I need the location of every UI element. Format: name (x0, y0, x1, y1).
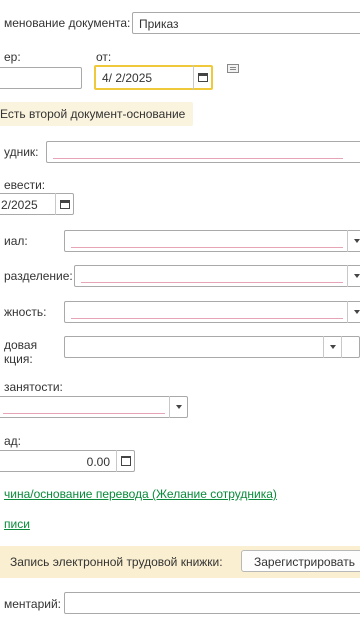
etk-text: Запись электронной трудовой книжки: (10, 555, 223, 569)
labor-function-label-2: кция: (4, 352, 33, 366)
transfer-calendar-button[interactable] (55, 193, 73, 215)
chevron-down-icon (353, 274, 360, 278)
chevron-down-icon (175, 405, 182, 409)
employee-field[interactable] (46, 141, 360, 163)
signatures-link[interactable]: писи (4, 517, 30, 531)
branch-label: иал: (4, 234, 28, 248)
date-value: 4/ 2/2025 (102, 71, 153, 85)
branch-dropdown-button[interactable] (347, 230, 360, 252)
date-calendar-button[interactable] (193, 65, 211, 90)
labor-function-open-button[interactable] (341, 336, 359, 358)
doc-name-field[interactable]: Приказ (132, 12, 360, 34)
transfer-label: евести: (4, 178, 46, 192)
department-label: разделение: (4, 269, 73, 283)
number-label: ер: (4, 50, 21, 64)
chevron-down-icon (353, 310, 360, 314)
transfer-reason-link[interactable]: чина/основание перевода (Желание сотрудн… (4, 487, 277, 501)
labor-function-label-1: довая (4, 338, 38, 352)
second-doc-text: Есть второй документ-основание (0, 107, 186, 121)
labor-function-dropdown-button[interactable] (323, 336, 341, 358)
rate-field[interactable]: 0.00 (0, 450, 135, 472)
calendar-icon (59, 199, 70, 209)
rate-calculator-button[interactable] (116, 450, 134, 472)
comment-field[interactable] (64, 592, 360, 614)
note-icon[interactable] (227, 64, 239, 73)
date-field[interactable]: 4/ 2/2025 (94, 65, 213, 90)
etk-banner: Запись электронной трудовой книжки: Заре… (0, 546, 360, 578)
department-field[interactable] (74, 265, 360, 287)
rate-value: 0.00 (86, 455, 110, 469)
position-dropdown-button[interactable] (347, 301, 360, 323)
chevron-down-icon (353, 239, 360, 243)
calendar-icon (197, 73, 208, 82)
labor-function-field[interactable] (64, 336, 360, 358)
calculator-icon (120, 456, 131, 466)
position-field[interactable] (64, 301, 360, 323)
position-label: жность: (4, 305, 47, 319)
register-button-label: Зарегистрировать (254, 555, 355, 569)
doc-name-value: Приказ (139, 17, 179, 31)
employment-dropdown-button[interactable] (169, 396, 187, 418)
date-label: от: (96, 50, 112, 64)
branch-field[interactable] (64, 230, 360, 252)
employee-label: удник: (4, 145, 39, 159)
employment-field[interactable] (0, 396, 188, 418)
transfer-date-value: 2/2025 (1, 198, 38, 212)
comment-label: ментарий: (4, 597, 61, 611)
rate-label: ад: (4, 434, 22, 448)
doc-name-label: менование документа: (4, 16, 131, 30)
second-doc-notice[interactable]: Есть второй документ-основание (0, 102, 193, 126)
register-button[interactable]: Зарегистрировать (241, 550, 360, 572)
employment-label: занятости: (4, 380, 63, 394)
department-dropdown-button[interactable] (347, 265, 360, 287)
transfer-date-field[interactable]: 2/2025 (0, 193, 74, 215)
chevron-down-icon (329, 345, 336, 349)
number-field[interactable] (0, 67, 82, 89)
